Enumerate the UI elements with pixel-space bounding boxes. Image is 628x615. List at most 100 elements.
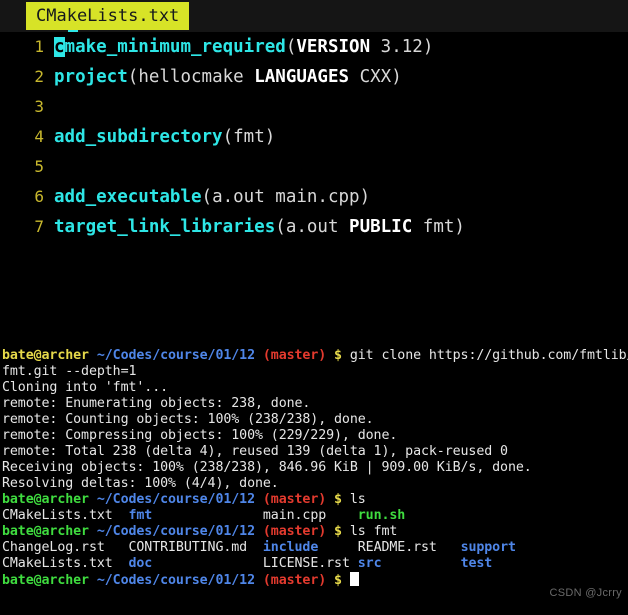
listing-directory: support [460,540,516,555]
cmake-arg: a.out [285,217,350,237]
prompt-user: bate@archer [2,348,89,363]
paren-open: ( [285,37,297,57]
listing-executable: run.sh [357,508,406,523]
line-number: 6 [34,187,44,206]
code-line[interactable]: 7 target_link_libraries(a.out PUBLIC fmt) [0,212,628,242]
code-line[interactable]: 2 project(hellocmake LANGUAGES CXX) [0,62,628,92]
terminal-command: ls [349,492,366,507]
output-text: remote: Counting objects: 100% (238/238)… [2,412,374,427]
cmake-command: target_link_libraries [54,217,276,237]
terminal-output-line: remote: Counting objects: 100% (238/238)… [0,412,628,428]
line-number: 1 [34,37,44,56]
terminal-line-list: bate@archer ~/Codes/course/01/12 (master… [0,348,628,588]
paren-open: ( [275,217,286,237]
prompt-user: bate@archer [2,524,89,539]
code-text: project(hellocmake LANGUAGES CXX) [44,67,402,87]
prompt-user: bate@archer [2,573,89,588]
code-line[interactable]: 1 cmake_minimum_required(VERSION 3.12) [0,32,628,62]
line-number: 7 [34,217,44,236]
prompt-sigil: $ [334,348,342,363]
output-text: remote: Total 238 (delta 4), reused 139 … [2,444,508,459]
terminal-prompt-line: bate@archer ~/Codes/course/01/12 (master… [0,524,628,540]
listing-file: LICENSE.rst [262,556,350,571]
paren-open: ( [127,67,139,87]
terminal-output-line: remote: Compressing objects: 100% (229/2… [0,428,628,444]
cmake-args: a.out main.cpp [212,187,360,207]
terminal-output-line: Cloning into 'fmt'... [0,380,628,396]
code-line-list: 1 cmake_minimum_required(VERSION 3.12) 2 pr… [0,32,628,242]
prompt-git-branch: (master) [262,492,327,507]
code-text: cmake_minimum_required(VERSION 3.12) [44,37,433,57]
output-text: Resolving deltas: 100% (4/4), done. [2,476,279,491]
prompt-git-branch: (master) [262,573,327,588]
code-line[interactable]: 4 add_subdirectory(fmt) [0,122,628,152]
prompt-sigil: $ [334,573,342,588]
code-line[interactable]: 5 [0,152,628,182]
terminal-command: git clone https://github.com/fmtlib/ [349,348,628,363]
code-line[interactable]: 6 add_executable(a.out main.cpp) [0,182,628,212]
paren-close: ) [454,217,465,237]
tab-cmakelists[interactable]: CMakeLists.txt [26,2,190,30]
paren-close: ) [264,127,276,147]
cmake-arg: hellocmake [138,67,255,87]
listing-directory: src [357,556,382,571]
prompt-user: bate@archer [2,492,89,507]
tab-label: CMakeLists.txt [36,6,180,26]
code-text: target_link_libraries(a.out PUBLIC fmt) [44,217,465,237]
paren-close: ) [422,37,434,57]
code-editor[interactable]: 1 cmake_minimum_required(VERSION 3.12) 2 pr… [0,32,628,344]
terminal-output-line: remote: Enumerating objects: 238, done. [0,396,628,412]
output-text: fmt.git --depth=1 [2,364,137,379]
listing-file: README.rst [357,540,437,555]
terminal-cursor [349,572,359,586]
terminal-prompt-line: bate@archer ~/Codes/course/01/12 (master… [0,348,628,364]
line-number: 5 [34,157,44,176]
cmake-command: add_subdirectory [54,127,223,147]
cmake-command: add_executable [54,187,202,207]
cmake-command: make_minimum_required [64,37,286,57]
listing-directory: test [460,556,493,571]
cmake-args: fmt [422,217,455,237]
cmake-command: project [54,67,128,87]
cmake-keyword: LANGUAGES [254,67,350,87]
paren-open: ( [222,127,234,147]
cmake-args: fmt [233,127,265,147]
paren-open: ( [201,187,213,207]
prompt-path: ~/Codes/course/01/12 [96,348,255,363]
paren-close: ) [359,187,371,207]
prompt-git-branch: (master) [262,348,327,363]
terminal-pane[interactable]: bate@archer ~/Codes/course/01/12 (master… [0,348,628,615]
terminal-command: ls fmt [349,524,398,539]
screen-root: CMakeLists.txt 1 cmake_minimum_required(V… [0,0,628,615]
terminal-prompt-line: bate@archer ~/Codes/course/01/12 (master… [0,572,628,588]
prompt-path: ~/Codes/course/01/12 [96,524,255,539]
listing-file: CMakeLists.txt [2,508,113,523]
line-number: 3 [34,97,44,116]
code-line[interactable]: 3 [0,92,628,122]
terminal-prompt-line: bate@archer ~/Codes/course/01/12 (master… [0,492,628,508]
listing-directory: fmt [128,508,153,523]
editor-tabbar: CMakeLists.txt [0,0,628,33]
output-text: remote: Enumerating objects: 238, done. [2,396,311,411]
terminal-listing-line: CMakeLists.txt doc LICENSE.rst src test [0,556,628,572]
listing-directory: doc [128,556,153,571]
